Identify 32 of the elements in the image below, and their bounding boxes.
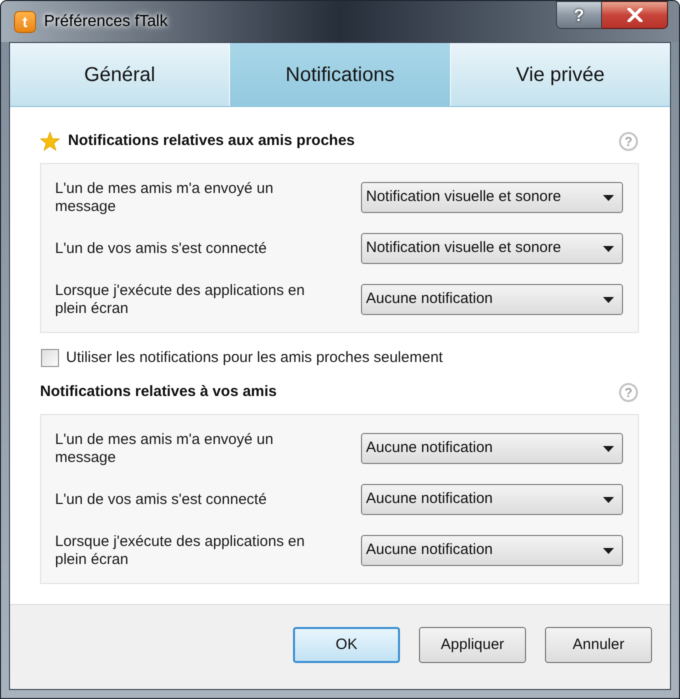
checkbox[interactable] [41,349,59,367]
tab[interactable]: Général [10,43,230,106]
apply-button[interactable]: Appliquer [419,627,526,663]
cancel-button[interactable]: Annuler [545,627,652,663]
caret-icon [603,548,614,554]
caret-icon [603,496,614,502]
ok-button[interactable]: OK [293,627,400,663]
app-logo: t [14,11,36,33]
notification-dropdown[interactable]: Aucune notification [361,433,623,464]
close-button[interactable] [602,1,668,29]
close-icon [626,8,642,22]
tab[interactable]: Notifications [230,43,451,106]
caret-icon [603,246,614,252]
setting-label: Lorsque j'exécute des applications en plein écran [55,282,306,318]
caret-icon [603,446,614,452]
caret-icon [603,296,614,302]
notification-dropdown[interactable]: Notification visuelle et sonore [361,233,623,264]
tab[interactable]: Vie privée [450,43,670,106]
setting-label: Lorsque j'exécute des applications en plein écran [55,532,306,568]
notification-dropdown[interactable]: Notification visuelle et sonore [361,182,623,213]
setting-label: L'un de mes amis m'a envoyé un message [55,430,274,466]
setting-label: L'un de vos amis s'est connecté [55,240,268,258]
window-title: Préférences fTalk [44,12,168,32]
setting-label: L'un de vos amis s'est connecté [55,490,268,508]
notification-dropdown[interactable]: Aucune notification [361,535,623,566]
notification-dropdown[interactable]: Aucune notification [361,284,623,315]
section-heading: Notifications relatives à vos amis [40,382,277,402]
checkbox-label: Utiliser les notifications pour les amis proches seulement [66,348,443,368]
caret-icon [603,194,614,200]
notification-dropdown[interactable]: Aucune notification [361,484,623,515]
section-heading: Notifications relatives aux amis proches [68,130,355,151]
setting-label: L'un de mes amis m'a envoyé un message [55,180,274,216]
